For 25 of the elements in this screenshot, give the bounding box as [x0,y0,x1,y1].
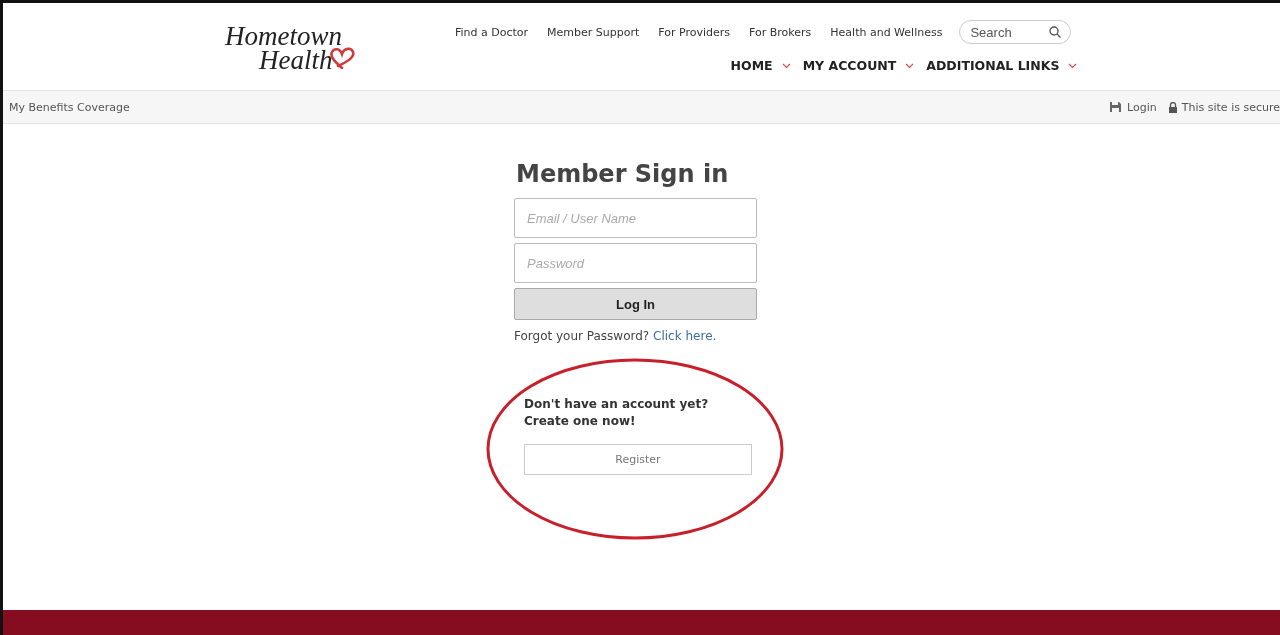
nav-link[interactable]: Find a Doctor [455,25,529,39]
forgot-text: Forgot your Password? [514,329,650,343]
register-button[interactable]: Register [524,444,752,475]
nav-link[interactable]: Member Support [547,25,640,39]
input-field[interactable]: Password [514,243,757,283]
menu-item[interactable]: MY ACCOUNT [802,58,915,73]
register-prompt: Don't have an account yet? [524,396,710,413]
click-here-link[interactable]: Click here. [653,329,717,343]
logo[interactable]: Hometown Health [225,3,455,90]
menu-item[interactable]: HOME [730,58,791,73]
nav-link[interactable]: For Brokers [749,25,812,39]
login-link[interactable]: Login [1127,100,1157,114]
input-field[interactable]: Email / User Name [514,198,757,238]
menu-item[interactable]: ADDITIONAL LINKS [926,58,1078,73]
secure-note: This site is secure [1181,100,1280,114]
login-button[interactable]: Log In [514,288,757,320]
lock-icon [1168,101,1177,113]
page-title: Member Sign in [516,160,730,188]
nav-link[interactable]: Health and Wellness [830,25,943,39]
search-icon [1049,26,1062,38]
breadcrumb[interactable]: My Benefits Coverage [9,100,130,114]
save-icon [1110,102,1122,112]
nav-link[interactable]: For Providers [658,25,731,39]
register-prompt: Create one now! [524,413,637,430]
search-field[interactable]: Search [959,20,1072,44]
